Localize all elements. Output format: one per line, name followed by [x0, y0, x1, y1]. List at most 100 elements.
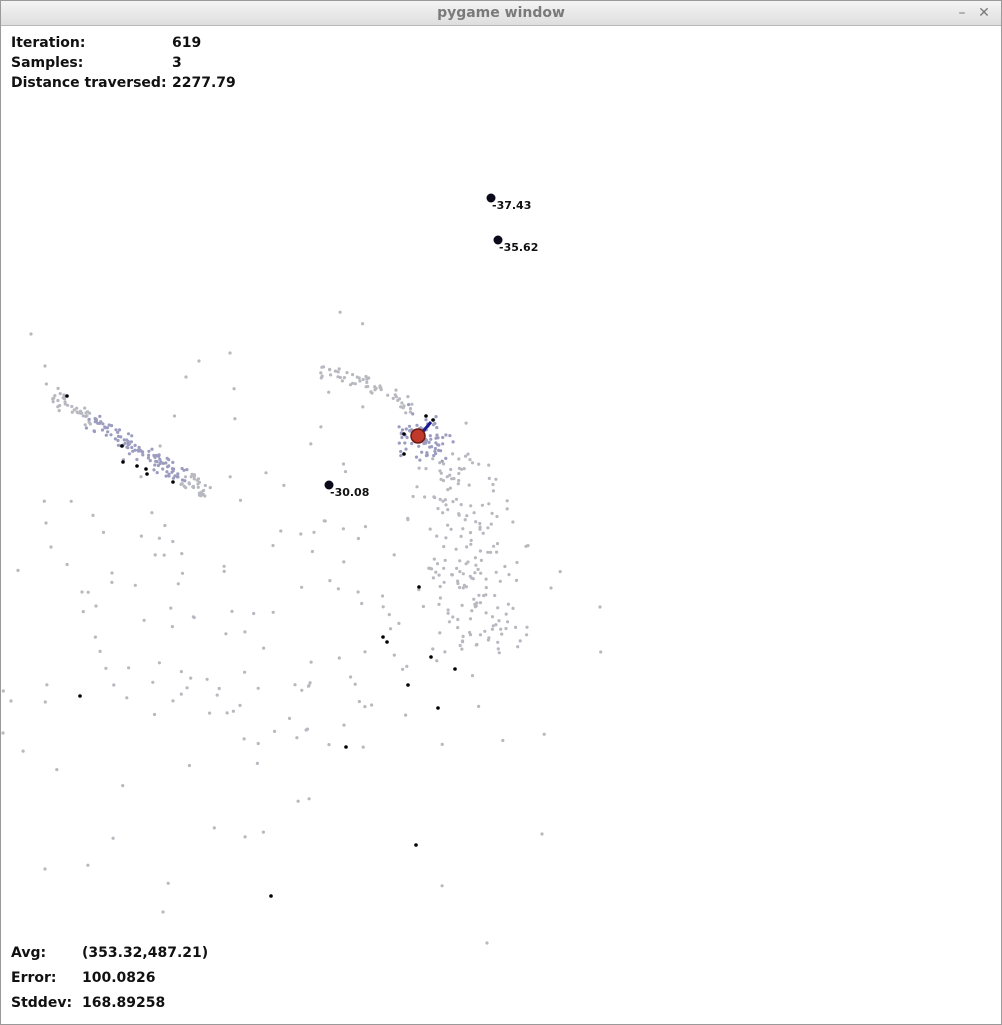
particle — [439, 477, 443, 481]
particle — [434, 570, 438, 574]
particle — [415, 423, 419, 427]
particle — [473, 571, 477, 575]
particle — [45, 683, 49, 687]
particle — [199, 494, 203, 498]
particle — [152, 468, 156, 472]
particle — [363, 525, 368, 529]
particle — [443, 558, 447, 563]
particle — [243, 630, 247, 634]
particle — [456, 626, 460, 630]
particle — [427, 566, 431, 570]
particle — [378, 384, 382, 388]
particle — [63, 400, 67, 404]
particle — [157, 536, 161, 540]
particle — [58, 392, 62, 396]
particle — [191, 485, 195, 489]
particle — [399, 454, 403, 458]
particle — [333, 369, 337, 373]
particle — [438, 497, 442, 501]
particle — [496, 640, 500, 644]
particle — [494, 570, 498, 574]
particle — [598, 605, 602, 609]
particle — [457, 457, 461, 461]
particle — [514, 578, 519, 583]
particle — [487, 502, 491, 506]
particle — [224, 632, 228, 636]
particle — [441, 511, 445, 515]
particle — [87, 417, 91, 421]
particle — [525, 625, 529, 629]
particle — [179, 692, 183, 696]
particle — [461, 527, 465, 531]
particle — [431, 457, 435, 461]
particle — [410, 441, 414, 446]
particle — [454, 547, 458, 551]
particle — [466, 452, 470, 456]
particle — [202, 488, 206, 493]
minimize-button[interactable]: – — [953, 4, 971, 22]
particle — [486, 526, 490, 530]
sample-points — [65, 394, 457, 898]
particle — [462, 467, 466, 471]
particle — [504, 612, 508, 616]
particle — [444, 456, 448, 460]
title-bar[interactable]: pygame window – ✕ — [1, 1, 1001, 26]
particle — [80, 411, 84, 415]
particle — [208, 486, 212, 490]
particle — [524, 544, 528, 548]
particle — [308, 681, 312, 685]
particle — [146, 456, 150, 460]
particle — [474, 604, 478, 608]
particle — [468, 458, 472, 462]
particle — [133, 443, 137, 447]
particle — [319, 371, 323, 375]
particle — [255, 761, 259, 766]
particle — [228, 351, 232, 355]
particle — [328, 368, 332, 372]
sample-point — [344, 745, 348, 749]
particle — [44, 521, 48, 525]
particle — [429, 437, 433, 441]
particle — [171, 460, 175, 464]
particle — [424, 418, 428, 422]
particle — [164, 474, 168, 478]
particle — [456, 482, 460, 486]
particle — [100, 428, 105, 432]
particle — [360, 601, 364, 606]
particle — [457, 478, 461, 483]
particle — [44, 382, 49, 386]
particle — [501, 738, 505, 743]
particle — [504, 626, 508, 631]
particle — [139, 534, 143, 538]
particle — [148, 459, 152, 463]
particle — [83, 423, 87, 427]
particle — [111, 836, 115, 840]
particle — [98, 414, 102, 418]
particle — [540, 832, 544, 836]
close-button[interactable]: ✕ — [975, 4, 993, 22]
sample-point — [135, 464, 139, 468]
particle — [170, 467, 175, 471]
particle — [51, 400, 55, 404]
particle — [279, 529, 283, 533]
particle — [243, 835, 247, 839]
particle — [431, 647, 435, 651]
particle — [92, 429, 97, 434]
particle — [127, 452, 131, 456]
particle — [438, 584, 442, 589]
particle — [121, 784, 125, 788]
particle — [233, 417, 237, 421]
particle — [499, 627, 503, 631]
particle — [282, 483, 286, 487]
particle — [511, 520, 515, 524]
avg-value: (353.32,487.21) — [82, 945, 209, 961]
particle — [231, 709, 235, 713]
particle — [94, 417, 98, 421]
sample-point — [402, 432, 406, 436]
pygame-window: pygame window – ✕ -37.43 -35.62 -30.08 Ite… — [0, 0, 1002, 1025]
particle — [171, 476, 175, 480]
particle — [94, 604, 98, 608]
particle — [469, 538, 473, 543]
particle — [478, 527, 482, 531]
stddev-label: Stddev: — [11, 995, 73, 1011]
